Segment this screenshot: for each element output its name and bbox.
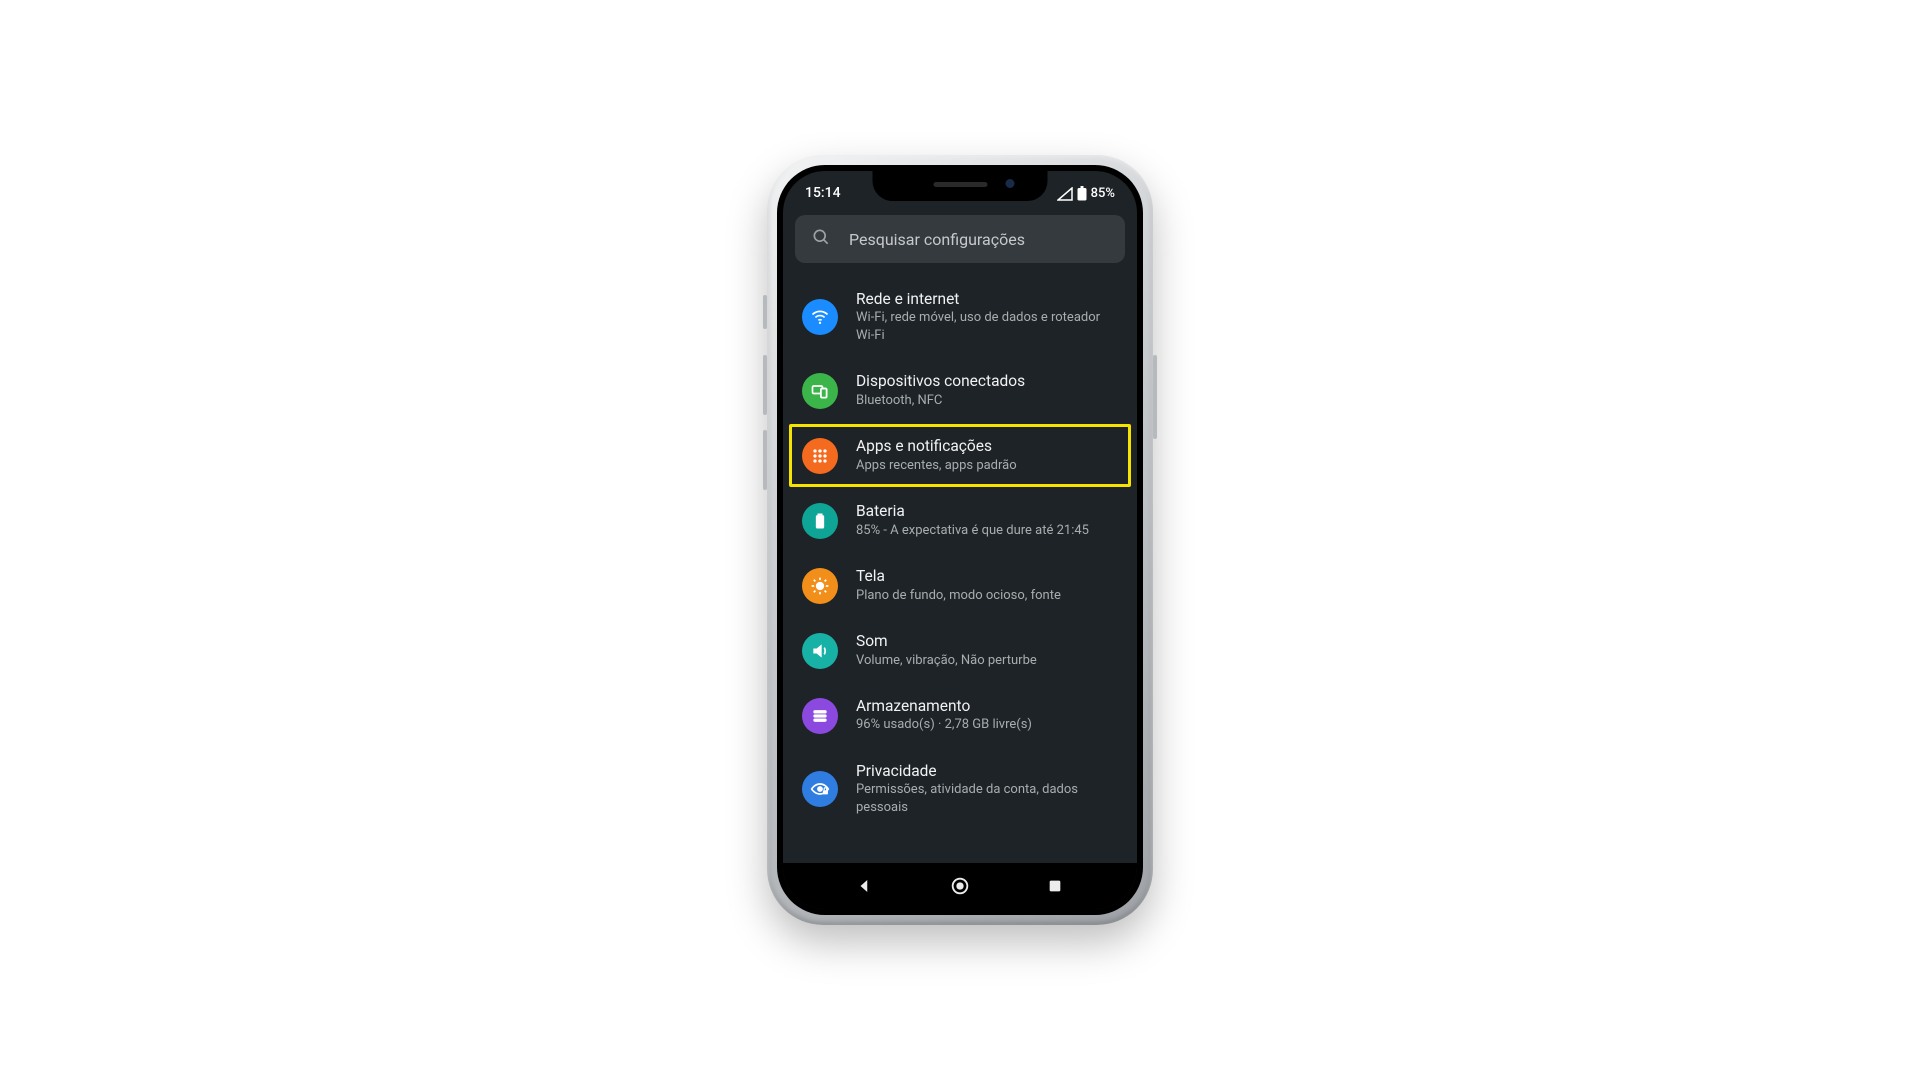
item-title: Dispositivos conectados [856, 372, 1025, 391]
status-time: 15:14 [805, 185, 841, 201]
settings-item-sound[interactable]: Som Volume, vibração, Não perturbe [789, 619, 1131, 682]
power-button [1153, 355, 1157, 439]
item-sub: 85% - A expectativa é que dure até 21:45 [856, 522, 1089, 540]
item-sub: Wi-Fi, rede móvel, uso de dados e rotead… [856, 309, 1114, 344]
side-button [763, 295, 767, 329]
item-title: Bateria [856, 502, 1089, 521]
item-title: Som [856, 632, 1037, 651]
storage-icon [802, 698, 838, 734]
screen: 15:14 85% [783, 171, 1137, 909]
apps-grid-icon [802, 438, 838, 474]
nav-back-button[interactable] [854, 875, 876, 897]
item-sub: Permissões, atividade da conta, dados pe… [856, 781, 1114, 816]
settings-item-battery[interactable]: Bateria 85% - A expectativa é que dure a… [789, 489, 1131, 552]
item-title: Rede e internet [856, 290, 1114, 309]
settings-item-network[interactable]: Rede e internet Wi-Fi, rede móvel, uso d… [789, 277, 1131, 357]
android-nav-bar [783, 863, 1137, 909]
settings-item-connected-devices[interactable]: Dispositivos conectados Bluetooth, NFC [789, 359, 1131, 422]
settings-item-display[interactable]: Tela Plano de fundo, modo ocioso, fonte [789, 554, 1131, 617]
item-sub: Plano de fundo, modo ocioso, fonte [856, 587, 1061, 605]
item-sub: Apps recentes, apps padrão [856, 457, 1017, 475]
phone-frame: 15:14 85% [767, 155, 1153, 925]
search-settings[interactable]: Pesquisar configurações [795, 215, 1125, 263]
status-right: 85% [1057, 186, 1115, 201]
item-title: Tela [856, 567, 1061, 586]
search-icon [811, 227, 831, 251]
item-sub: 96% usado(s) · 2,78 GB livre(s) [856, 716, 1032, 734]
item-title: Privacidade [856, 762, 1114, 781]
settings-item-privacy[interactable]: Privacidade Permissões, atividade da con… [789, 749, 1131, 829]
battery-icon [1077, 186, 1087, 201]
status-bar: 15:14 85% [783, 171, 1137, 203]
privacy-eye-lock-icon [802, 771, 838, 807]
status-battery-pct: 85% [1091, 186, 1115, 201]
item-sub: Volume, vibração, Não perturbe [856, 652, 1037, 670]
volume-down-button [763, 430, 767, 490]
volume-up-button [763, 355, 767, 415]
nav-home-button[interactable] [949, 875, 971, 897]
battery-icon [802, 503, 838, 539]
nav-recent-button[interactable] [1044, 875, 1066, 897]
item-title: Apps e notificações [856, 437, 1017, 456]
search-placeholder: Pesquisar configurações [849, 230, 1025, 249]
cellular-signal-icon [1057, 187, 1073, 201]
wifi-icon [802, 299, 838, 335]
item-sub: Bluetooth, NFC [856, 392, 1025, 410]
item-title: Armazenamento [856, 697, 1032, 716]
settings-list: Rede e internet Wi-Fi, rede móvel, uso d… [783, 269, 1137, 829]
sound-icon [802, 633, 838, 669]
brightness-icon [802, 568, 838, 604]
settings-item-storage[interactable]: Armazenamento 96% usado(s) · 2,78 GB liv… [789, 684, 1131, 747]
devices-icon [802, 373, 838, 409]
settings-item-apps-notifications[interactable]: Apps e notificações Apps recentes, apps … [789, 424, 1131, 487]
